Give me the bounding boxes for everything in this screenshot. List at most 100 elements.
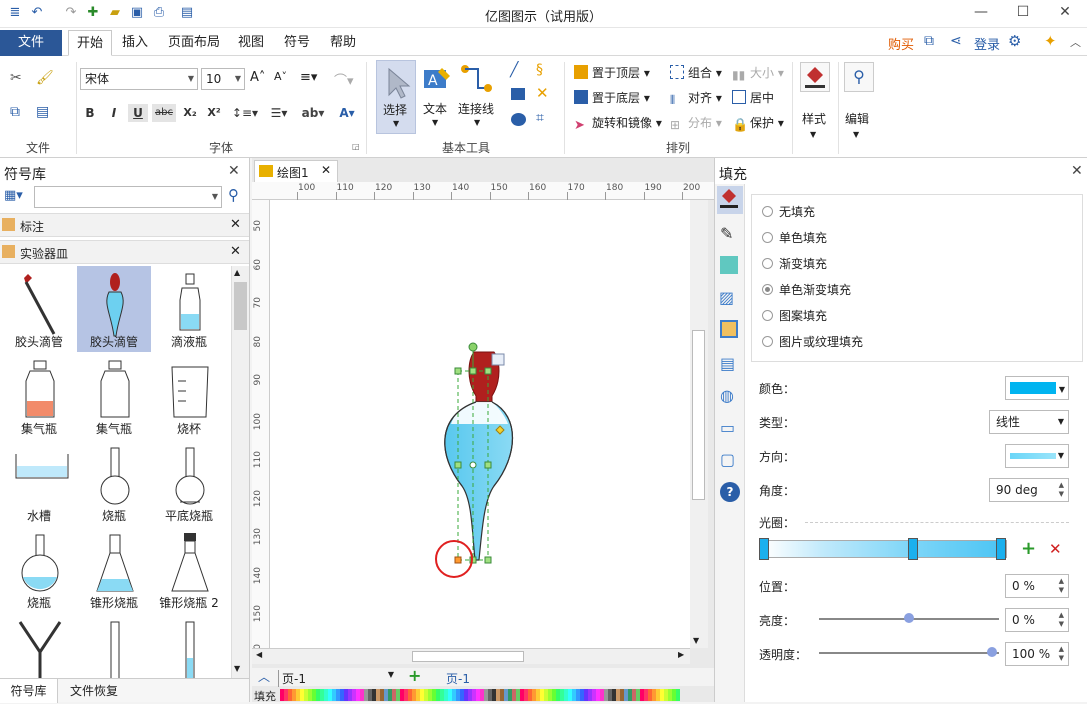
- text-path-icon[interactable]: ⌒▾: [334, 70, 354, 89]
- close-tab-icon[interactable]: ✕: [321, 163, 331, 177]
- shadow-icon[interactable]: [720, 256, 738, 274]
- comment-icon[interactable]: ▢: [720, 450, 735, 469]
- document-tab[interactable]: 绘图1 ✕: [254, 160, 338, 182]
- center-button[interactable]: 居中: [732, 89, 774, 106]
- crop-icon[interactable]: ⌗: [536, 110, 544, 126]
- bring-to-front-button[interactable]: 置于顶层 ▾: [574, 64, 650, 81]
- spinner-arrows-icon[interactable]: ▲ ▼: [1059, 577, 1064, 595]
- settings-gear-icon[interactable]: ⚙: [1008, 32, 1021, 50]
- category-header-callout[interactable]: 标注 ✕: [0, 213, 249, 237]
- globe-icon[interactable]: ◍: [720, 386, 734, 405]
- tab-view[interactable]: 视图: [230, 30, 272, 56]
- buy-link[interactable]: 购买: [888, 34, 914, 53]
- paragraph-align-icon[interactable]: ≡▾: [300, 70, 317, 85]
- add-page-icon[interactable]: +: [408, 666, 421, 685]
- symbol-item[interactable]: 滴液瓶: [152, 266, 226, 352]
- tab-symbol-library[interactable]: 符号库: [0, 679, 58, 703]
- italic-button[interactable]: I: [104, 104, 124, 122]
- library-menu-icon[interactable]: ▦▾: [4, 188, 23, 203]
- gradient-stop[interactable]: [996, 538, 1006, 560]
- symbol-item[interactable]: [77, 614, 151, 678]
- page-tab[interactable]: 页-1: [446, 670, 470, 687]
- close-category-icon[interactable]: ✕: [230, 217, 241, 232]
- size-button[interactable]: ▮▮ 大小 ▾: [732, 64, 784, 82]
- direction-select[interactable]: ▼: [1005, 444, 1069, 468]
- symbol-item[interactable]: 烧瓶: [2, 527, 76, 613]
- tab-home[interactable]: 开始: [68, 30, 113, 56]
- tab-help[interactable]: 帮助: [322, 30, 364, 56]
- share-screen-icon[interactable]: ⧉: [924, 33, 934, 49]
- gradient-stop[interactable]: [908, 538, 918, 560]
- line-shape-icon[interactable]: ╱: [510, 62, 518, 78]
- scroll-left-icon[interactable]: ◀: [256, 650, 262, 659]
- add-stop-icon[interactable]: +: [1021, 538, 1036, 559]
- transparency-slider-thumb[interactable]: [987, 647, 997, 657]
- grow-font-icon[interactable]: A˄: [250, 70, 265, 85]
- symbol-item[interactable]: 水槽: [2, 440, 76, 526]
- fill-tab-icon[interactable]: [717, 186, 743, 214]
- connector-tool-button[interactable]: 连接线 ▼: [458, 62, 496, 134]
- symbol-item[interactable]: 胶头滴管: [77, 266, 151, 352]
- bold-button[interactable]: B: [80, 104, 100, 122]
- superscript-button[interactable]: X²: [204, 104, 224, 122]
- scroll-right-icon[interactable]: ▶: [678, 650, 684, 659]
- cut-icon[interactable]: ✂: [10, 70, 22, 86]
- close-panel-icon[interactable]: ✕: [228, 163, 240, 179]
- ellipse-shape-icon[interactable]: [511, 113, 526, 126]
- horizontal-scrollbar[interactable]: ◀ ▶: [252, 648, 690, 664]
- vertical-scrollbar[interactable]: ▼: [690, 200, 708, 648]
- fill-option-gradient[interactable]: 渐变填充: [762, 255, 827, 272]
- collapse-ribbon-icon[interactable]: ︿: [1070, 34, 1081, 50]
- brightness-slider-thumb[interactable]: [904, 613, 914, 623]
- paste-icon[interactable]: ▤: [36, 104, 49, 120]
- font-color-highlight-icon[interactable]: ab▾: [298, 104, 328, 122]
- maximize-button[interactable]: ☐: [1002, 0, 1044, 26]
- scroll-thumb[interactable]: [412, 651, 524, 662]
- font-dialog-launcher-icon[interactable]: ◲: [352, 142, 360, 151]
- scroll-down-icon[interactable]: ▼: [693, 636, 699, 645]
- binoculars-icon[interactable]: ⚲: [844, 62, 874, 92]
- scroll-up-icon[interactable]: ▲: [234, 268, 240, 277]
- dropper-shape[interactable]: [270, 200, 690, 648]
- color-swatch[interactable]: [676, 689, 680, 701]
- copy-icon[interactable]: ⧉: [10, 104, 20, 120]
- scroll-thumb[interactable]: [234, 282, 247, 330]
- style-button[interactable]: 样式: [802, 110, 826, 127]
- underline-button[interactable]: U: [128, 104, 148, 122]
- document-icon[interactable]: ▭: [720, 418, 735, 437]
- library-search-input[interactable]: ▼: [34, 186, 222, 208]
- tab-insert[interactable]: 插入: [114, 30, 156, 56]
- tab-symbol[interactable]: 符号: [276, 30, 318, 56]
- close-panel-icon[interactable]: ✕: [1071, 163, 1083, 179]
- remove-stop-icon[interactable]: ✕: [1049, 540, 1062, 558]
- gradient-aperture-bar[interactable]: [763, 540, 1007, 558]
- symbol-item[interactable]: 烧瓶: [77, 440, 151, 526]
- shrink-font-icon[interactable]: A˅: [274, 70, 287, 83]
- line-style-icon[interactable]: ✎: [720, 224, 733, 243]
- close-window-button[interactable]: ✕: [1044, 0, 1086, 26]
- close-category-icon[interactable]: ✕: [230, 244, 241, 259]
- tab-file-recovery[interactable]: 文件恢复: [64, 679, 124, 703]
- edit-button[interactable]: 编辑: [845, 110, 869, 127]
- drawing-page[interactable]: [270, 200, 690, 648]
- page-select[interactable]: 页-1 ▼: [278, 670, 394, 687]
- style-icon[interactable]: [800, 62, 830, 92]
- page-setup-icon[interactable]: ▤: [720, 354, 735, 373]
- format-painter-icon[interactable]: 🖌: [36, 70, 54, 86]
- group-button[interactable]: 组合 ▾: [670, 64, 722, 81]
- symbol-item[interactable]: 锥形烧瓶: [77, 527, 151, 613]
- brightness-input[interactable]: 0 % ▲ ▼: [1005, 608, 1069, 632]
- fill-option-pattern[interactable]: 图案填充: [762, 307, 827, 324]
- cross-shape-icon[interactable]: ✕: [536, 84, 549, 102]
- font-name-select[interactable]: 宋体 ▼: [80, 68, 198, 90]
- login-link[interactable]: 登录: [974, 34, 1000, 53]
- symbol-item[interactable]: [2, 614, 76, 678]
- search-icon[interactable]: ⚲: [228, 186, 239, 204]
- library-scrollbar[interactable]: ▲ ▼: [231, 266, 249, 678]
- curve-shape-icon[interactable]: §: [536, 62, 543, 78]
- angle-input[interactable]: 90 deg ▲ ▼: [989, 478, 1069, 502]
- share-icon[interactable]: ⋖: [950, 33, 962, 49]
- gradient-type-select[interactable]: 线性 ▼: [989, 410, 1069, 434]
- plugin-icon[interactable]: ✦: [1044, 32, 1057, 50]
- font-size-select[interactable]: 10 ▼: [201, 68, 245, 90]
